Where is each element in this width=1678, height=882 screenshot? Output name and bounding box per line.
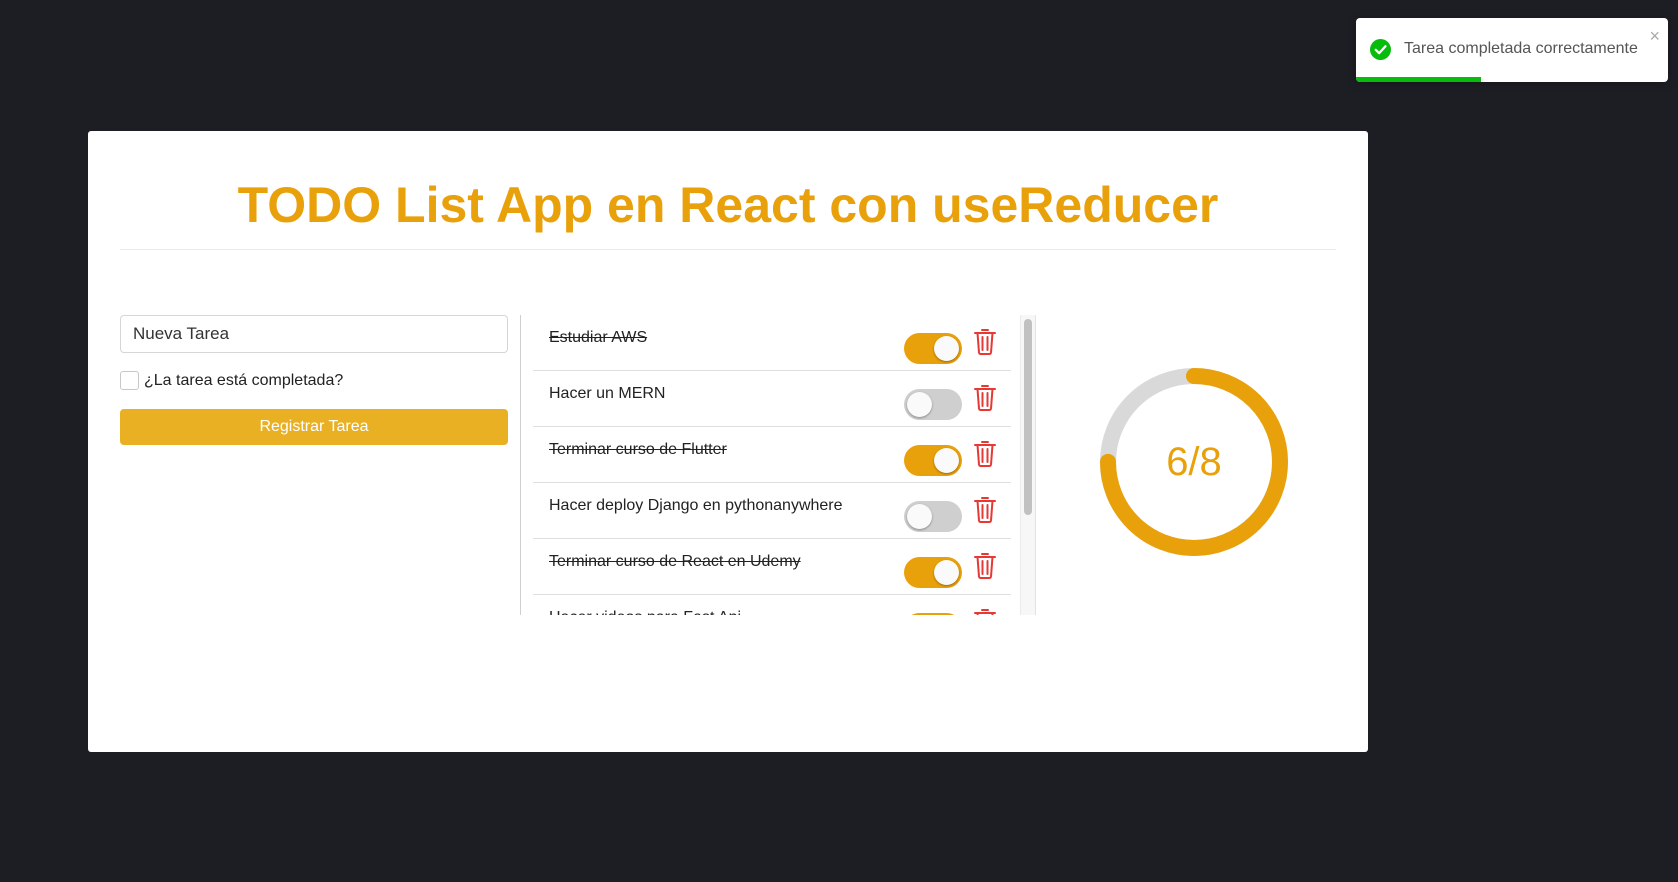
task-list: Estudiar AWS Hacer un MERN Terminar curso …	[533, 315, 1011, 615]
toast-message: Tarea completada correctamente	[1404, 40, 1638, 57]
trash-icon[interactable]	[973, 439, 997, 467]
toggle-knob	[907, 504, 932, 529]
task-item: Terminar curso de Flutter	[533, 427, 1011, 483]
new-task-input[interactable]	[120, 315, 508, 353]
task-item: Estudiar AWS	[533, 315, 1011, 371]
trash-icon[interactable]	[973, 551, 997, 579]
task-complete-toggle[interactable]	[904, 557, 962, 588]
task-text: Hacer videos para Fast Api	[549, 609, 741, 615]
task-item: Hacer un MERN	[533, 371, 1011, 427]
check-circle-icon	[1370, 39, 1391, 60]
completed-checkbox-label: ¿La tarea está completada?	[144, 371, 344, 389]
task-complete-toggle[interactable]	[904, 501, 962, 532]
task-item: Terminar curso de React en Udemy	[533, 539, 1011, 595]
task-text: Terminar curso de Flutter	[549, 441, 727, 458]
task-list-container: Estudiar AWS Hacer un MERN Terminar curso …	[520, 315, 1036, 615]
task-item: Hacer videos para Fast Api	[533, 595, 1011, 615]
toggle-knob	[907, 392, 932, 417]
toggle-knob	[934, 448, 959, 473]
trash-icon[interactable]	[973, 383, 997, 411]
close-icon[interactable]: ×	[1649, 26, 1660, 46]
trash-icon[interactable]	[973, 495, 997, 523]
progress-count: 6/8	[1166, 440, 1222, 484]
task-text: Estudiar AWS	[549, 329, 648, 346]
toggle-knob	[934, 560, 959, 585]
title-divider	[120, 249, 1336, 250]
task-text: Terminar curso de React en Udemy	[549, 553, 801, 570]
task-text: Hacer deploy Django en pythonanywhere	[549, 497, 843, 514]
completed-checkbox[interactable]	[120, 371, 139, 390]
task-complete-toggle[interactable]	[904, 333, 962, 364]
task-complete-toggle[interactable]	[904, 389, 962, 420]
toast-progress-bar	[1356, 77, 1481, 82]
register-task-button[interactable]: Registrar Tarea	[120, 409, 508, 445]
task-complete-toggle[interactable]	[904, 445, 962, 476]
task-list-scrollbar[interactable]	[1020, 315, 1035, 615]
trash-icon[interactable]	[973, 607, 997, 615]
trash-icon[interactable]	[973, 327, 997, 355]
task-item: Hacer deploy Django en pythonanywhere	[533, 483, 1011, 539]
todo-card: TODO List App en React con useReducer ¿L…	[88, 131, 1368, 752]
scrollbar-thumb[interactable]	[1024, 319, 1032, 515]
task-complete-toggle[interactable]	[904, 613, 962, 615]
success-toast[interactable]: Tarea completada correctamente ×	[1356, 18, 1668, 82]
task-text: Hacer un MERN	[549, 385, 666, 402]
toggle-knob	[934, 336, 959, 361]
completed-checkbox-row[interactable]: ¿La tarea está completada?	[120, 371, 343, 390]
page-title: TODO List App en React con useReducer	[237, 177, 1219, 233]
